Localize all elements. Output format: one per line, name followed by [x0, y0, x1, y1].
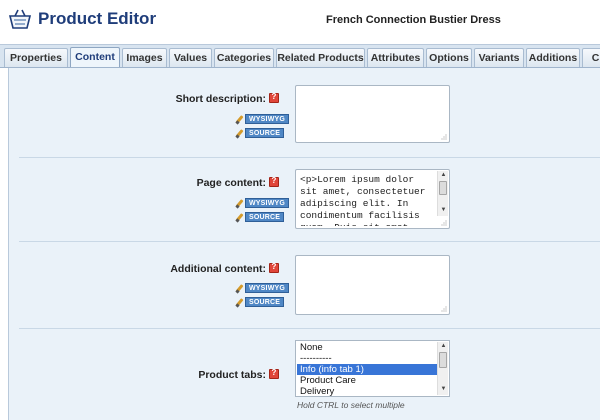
- divider: [19, 157, 600, 158]
- short-description-textarea[interactable]: [295, 85, 450, 143]
- basket-icon: [8, 9, 32, 29]
- wysiwyg-toggle[interactable]: WYSIWYG: [235, 282, 290, 294]
- pencil-icon: [235, 213, 244, 222]
- page-content-value: <p>Lorem ipsum dolor sit amet, consectet…: [300, 174, 426, 226]
- resize-grip[interactable]: [441, 306, 447, 312]
- resize-grip[interactable]: [441, 220, 447, 226]
- source-button[interactable]: SOURCE: [245, 212, 285, 223]
- tab-images[interactable]: Images: [122, 48, 167, 67]
- list-option[interactable]: Delivery: [297, 386, 438, 396]
- pencil-icon: [235, 115, 244, 124]
- page-content-label: Page content:: [196, 177, 266, 189]
- tab-additions[interactable]: Additions: [526, 48, 580, 67]
- tab-categories[interactable]: Categories: [214, 48, 274, 67]
- page-content-textarea[interactable]: <p>Lorem ipsum dolor sit amet, consectet…: [295, 169, 450, 229]
- help-icon[interactable]: [269, 176, 279, 187]
- wysiwyg-button[interactable]: WYSIWYG: [245, 283, 290, 294]
- scroll-down-icon[interactable]: ▼: [439, 206, 448, 215]
- source-toggle[interactable]: SOURCE: [235, 296, 285, 308]
- product-name: French Connection Bustier Dress: [326, 14, 501, 26]
- tab-options[interactable]: Options: [426, 48, 472, 67]
- wysiwyg-button[interactable]: WYSIWYG: [245, 114, 290, 125]
- product-tabs-label: Product tabs:: [198, 369, 266, 381]
- tab-values[interactable]: Values: [169, 48, 212, 67]
- tab-bar: Properties Content Images Values Categor…: [0, 44, 600, 68]
- vertical-scrollbar[interactable]: ▲ ▼: [437, 171, 448, 216]
- wysiwyg-button[interactable]: WYSIWYG: [245, 198, 290, 209]
- source-toggle[interactable]: SOURCE: [235, 211, 285, 223]
- source-toggle[interactable]: SOURCE: [235, 127, 285, 139]
- pencil-icon: [235, 298, 244, 307]
- pencil-icon: [235, 129, 244, 138]
- app-title: Product Editor: [38, 9, 157, 28]
- scroll-thumb[interactable]: [439, 181, 447, 195]
- additional-content-textarea[interactable]: [295, 255, 450, 315]
- scroll-up-icon[interactable]: ▲: [439, 171, 448, 180]
- tab-content[interactable]: Content: [70, 47, 120, 67]
- source-button[interactable]: SOURCE: [245, 128, 285, 139]
- multi-select-hint: Hold CTRL to select multiple: [297, 400, 405, 410]
- tab-related-products[interactable]: Related Products: [276, 48, 365, 67]
- header: Product Editor French Connection Bustier…: [0, 0, 600, 42]
- list-option[interactable]: None: [297, 342, 438, 353]
- source-button[interactable]: SOURCE: [245, 297, 285, 308]
- wysiwyg-toggle[interactable]: WYSIWYG: [235, 113, 290, 125]
- tab-more[interactable]: Cl: [582, 48, 600, 67]
- vertical-scrollbar[interactable]: ▲ ▼: [437, 342, 448, 395]
- list-option[interactable]: Product Care: [297, 375, 438, 386]
- tab-variants[interactable]: Variants: [474, 48, 524, 67]
- scroll-down-icon[interactable]: ▼: [439, 385, 448, 394]
- scroll-up-icon[interactable]: ▲: [439, 342, 448, 351]
- divider: [19, 241, 600, 242]
- help-icon[interactable]: [269, 92, 279, 103]
- wysiwyg-toggle[interactable]: WYSIWYG: [235, 197, 290, 209]
- divider: [19, 328, 600, 329]
- help-icon[interactable]: [269, 262, 279, 273]
- help-icon[interactable]: [269, 368, 279, 379]
- resize-grip[interactable]: [441, 134, 447, 140]
- short-description-label: Short description:: [175, 93, 266, 105]
- list-option-selected[interactable]: Info (info tab 1): [297, 364, 438, 375]
- pencil-icon: [235, 199, 244, 208]
- content-panel: Short description: WYSIWYG SOURCE Page c…: [8, 68, 600, 420]
- product-tabs-select[interactable]: None ---------- Info (info tab 1) Produc…: [295, 340, 450, 397]
- pencil-icon: [235, 284, 244, 293]
- scroll-thumb[interactable]: [439, 352, 447, 368]
- additional-content-label: Additional content:: [170, 263, 266, 275]
- list-option[interactable]: ----------: [297, 353, 438, 364]
- tab-properties[interactable]: Properties: [4, 48, 68, 67]
- tab-attributes[interactable]: Attributes: [367, 48, 424, 67]
